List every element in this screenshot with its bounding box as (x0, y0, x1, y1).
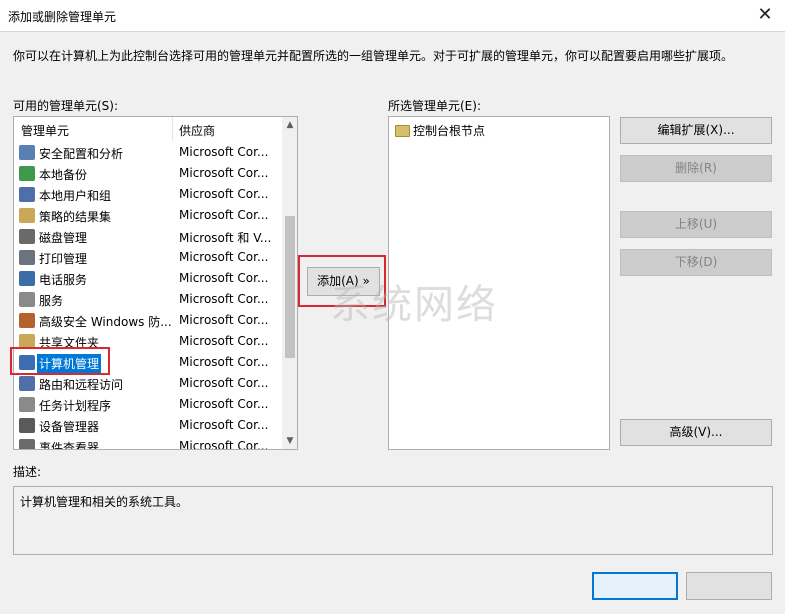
snapin-name: 电话服务 (39, 273, 88, 287)
snapin-row[interactable]: 事件查看器 Microsoft Cor... (14, 436, 282, 450)
clock-icon (19, 397, 35, 412)
snapin-row[interactable]: 本地备份 Microsoft Cor... (14, 163, 282, 184)
snapin-vendor: Microsoft Cor... (179, 292, 269, 306)
snapin-vendor: Microsoft Cor... (179, 439, 269, 450)
printer-icon (19, 250, 35, 265)
cancel-button[interactable] (686, 572, 772, 600)
snapin-name: 设备管理器 (39, 420, 100, 434)
snapin-row[interactable]: 磁盘管理 Microsoft 和 V... (14, 226, 282, 247)
snapin-vendor: Microsoft Cor... (179, 166, 269, 180)
snapin-name: 服务 (39, 294, 64, 308)
routing-icon (19, 376, 35, 391)
scroll-thumb[interactable] (285, 216, 295, 358)
column-header-name[interactable]: 管理单元 (21, 122, 69, 139)
scroll-up-icon[interactable]: ▲ (282, 117, 297, 133)
snapin-vendor: Microsoft Cor... (179, 313, 269, 327)
watermark-text: 系统网络 (330, 282, 498, 328)
backup-icon (19, 166, 35, 181)
column-header-vendor[interactable]: 供应商 (179, 122, 215, 139)
column-divider (172, 117, 173, 141)
snapin-name: 打印管理 (39, 252, 88, 266)
snapin-name: 策略的结果集 (39, 210, 112, 224)
snapin-rows: 安全配置和分析 Microsoft Cor... 本地备份 Microsoft Cor… (14, 142, 282, 450)
selected-row-highlight (10, 347, 110, 375)
selected-label: 所选管理单元(E): (388, 99, 481, 113)
ok-button[interactable] (592, 572, 678, 600)
close-icon[interactable]: ✕ (753, 4, 777, 28)
snapin-row[interactable]: 策略的结果集 Microsoft Cor... (14, 205, 282, 226)
description-text: 计算机管理和相关的系统工具。 (20, 495, 189, 509)
users-groups-icon (19, 187, 35, 202)
phone-icon (19, 271, 35, 286)
snapin-vendor: Microsoft Cor... (179, 397, 269, 411)
available-label: 可用的管理单元(S): (13, 99, 119, 113)
policy-result-icon (19, 208, 35, 223)
snapin-row[interactable]: 安全配置和分析 Microsoft Cor... (14, 142, 282, 163)
snapin-name: 任务计划程序 (39, 399, 112, 413)
move-up-button[interactable]: 上移(U) (620, 211, 772, 238)
snapin-name: 事件查看器 (39, 441, 100, 450)
firewall-icon (19, 313, 35, 328)
edit-extensions-button[interactable]: 编辑扩展(X)... (620, 117, 772, 144)
snapin-row[interactable]: 打印管理 Microsoft Cor... (14, 247, 282, 268)
description-label: 描述: (13, 465, 42, 479)
snapin-row[interactable]: 本地用户和组 Microsoft Cor... (14, 184, 282, 205)
event-viewer-icon (19, 439, 35, 449)
snapin-vendor: Microsoft Cor... (179, 355, 269, 369)
snapin-vendor: Microsoft Cor... (179, 334, 269, 348)
snapin-vendor: Microsoft Cor... (179, 418, 269, 432)
disk-icon (19, 229, 35, 244)
snapin-row[interactable]: 设备管理器 Microsoft Cor... (14, 415, 282, 436)
snapin-row[interactable]: 任务计划程序 Microsoft Cor... (14, 394, 282, 415)
remove-button[interactable]: 删除(R) (620, 155, 772, 182)
snapin-row[interactable]: 服务 Microsoft Cor... (14, 289, 282, 310)
snapin-vendor: Microsoft Cor... (179, 187, 269, 201)
snapin-vendor: Microsoft Cor... (179, 145, 269, 159)
snapin-row[interactable]: 路由和远程访问 Microsoft Cor... (14, 373, 282, 394)
snapin-row[interactable]: 电话服务 Microsoft Cor... (14, 268, 282, 289)
scroll-down-icon[interactable]: ▼ (282, 433, 297, 449)
move-down-button[interactable]: 下移(D) (620, 249, 772, 276)
list-header: 管理单元 供应商 (14, 117, 282, 141)
snapin-name: 本地用户和组 (39, 189, 112, 203)
snapin-name: 磁盘管理 (39, 231, 88, 245)
snapin-vendor: Microsoft Cor... (179, 376, 269, 390)
security-analysis-icon (19, 145, 35, 160)
gear-icon (19, 292, 35, 307)
list-scrollbar[interactable]: ▲ ▼ (282, 117, 297, 449)
selected-item-label: 控制台根节点 (413, 124, 486, 138)
snapin-name: 本地备份 (39, 168, 88, 182)
folder-icon (395, 125, 410, 137)
device-manager-icon (19, 418, 35, 433)
snapin-vendor: Microsoft Cor... (179, 271, 269, 285)
snapin-row[interactable]: 高级安全 Windows 防... Microsoft Cor... (14, 310, 282, 331)
selected-item[interactable]: 控制台根节点 (395, 122, 485, 139)
advanced-button[interactable]: 高级(V)... (620, 419, 772, 446)
title-bar: 添加或删除管理单元 ✕ (0, 0, 785, 32)
available-snapins-list[interactable]: 管理单元 供应商 安全配置和分析 Microsoft Cor... 本地备份 Micr… (13, 116, 298, 450)
description-box: 计算机管理和相关的系统工具。 (13, 486, 773, 555)
window-title: 添加或删除管理单元 (8, 10, 117, 24)
snapin-vendor: Microsoft Cor... (179, 250, 269, 264)
snapin-name: 安全配置和分析 (39, 147, 124, 161)
snapin-vendor: Microsoft Cor... (179, 208, 269, 222)
snapin-vendor: Microsoft 和 V... (179, 231, 272, 245)
intro-text: 你可以在计算机上为此控制台选择可用的管理单元并配置所选的一组管理单元。对于可扩展… (13, 49, 734, 63)
snapin-name: 路由和远程访问 (39, 378, 124, 392)
snapin-name: 高级安全 Windows 防... (39, 315, 172, 329)
